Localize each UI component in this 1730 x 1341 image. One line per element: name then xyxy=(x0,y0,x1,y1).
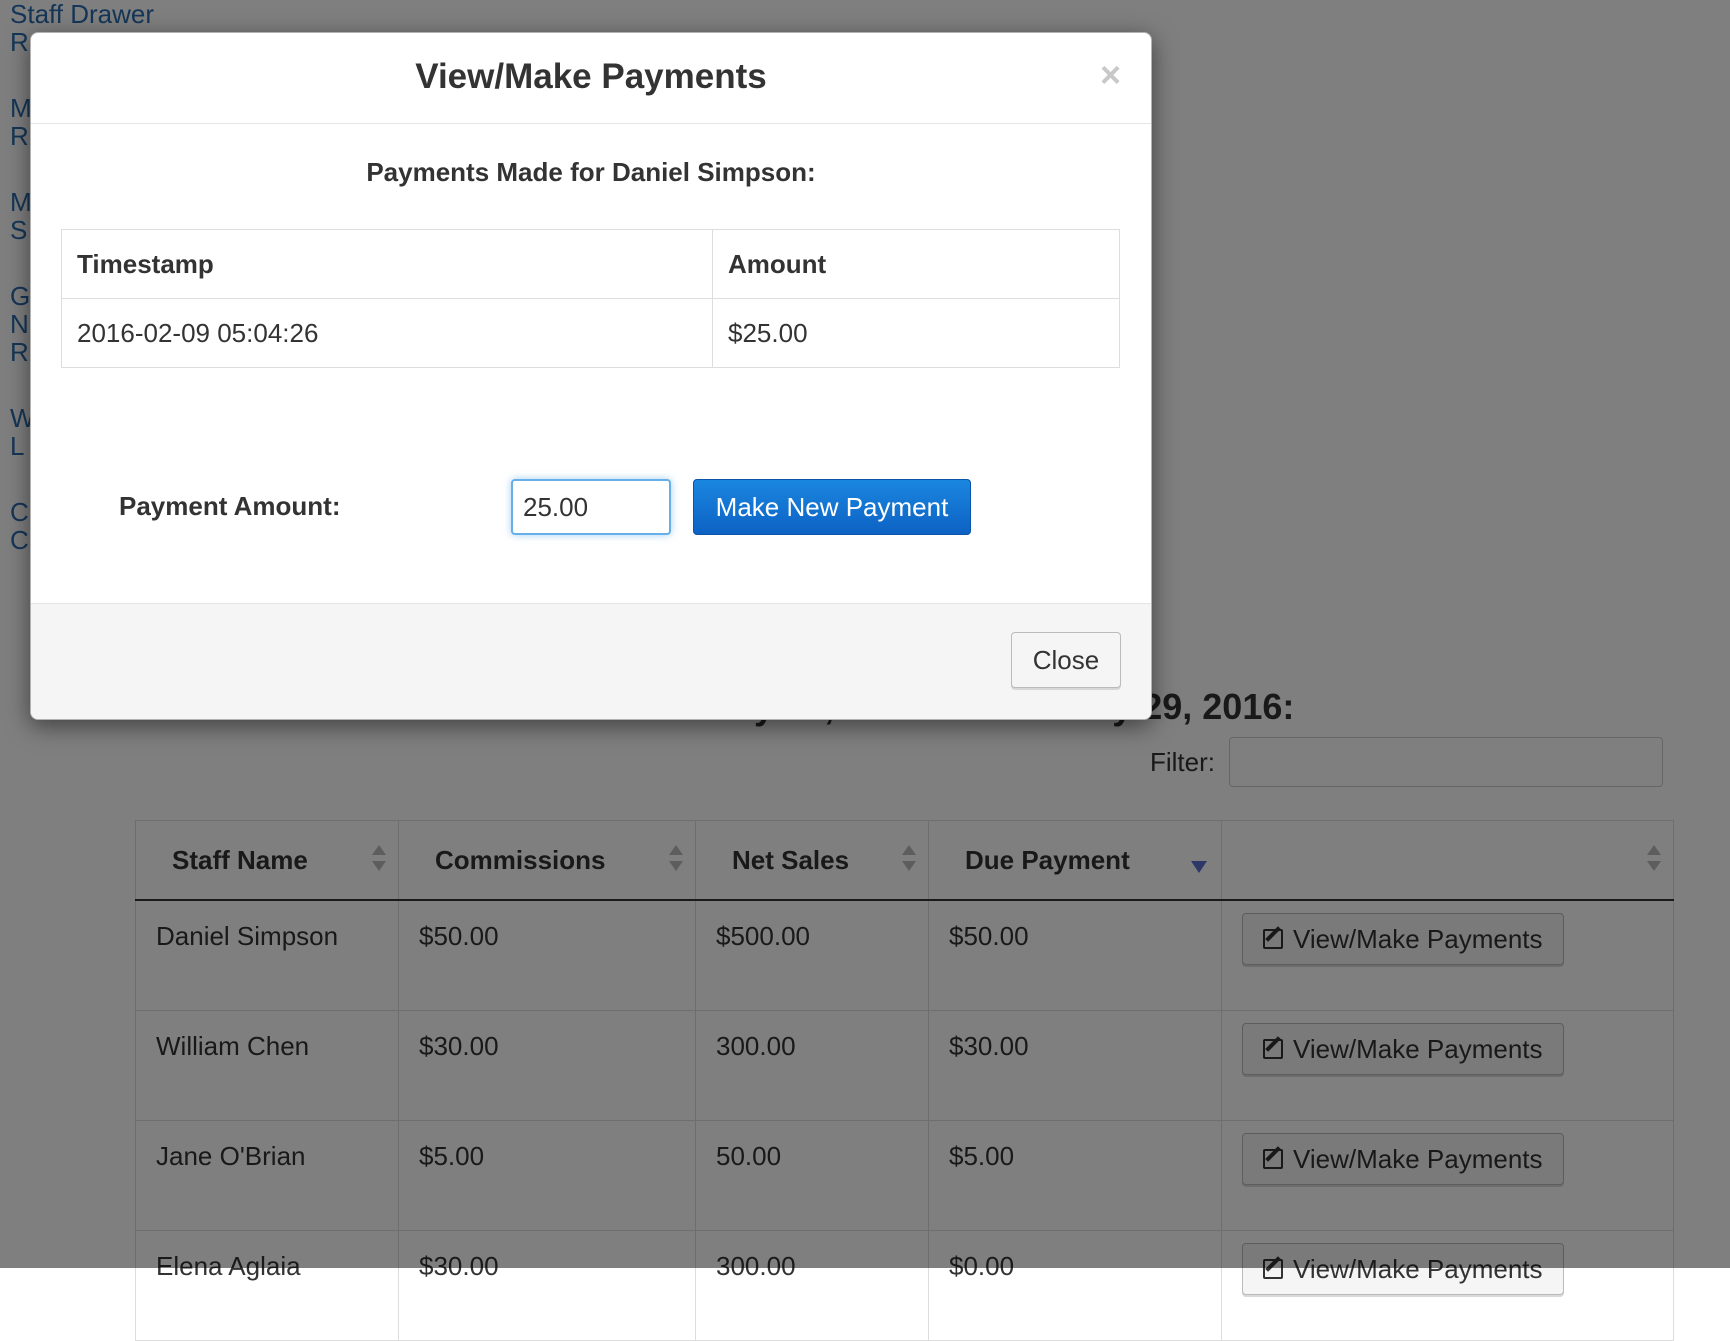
make-new-payment-button[interactable]: Make New Payment xyxy=(693,479,971,535)
table-header-row: Timestamp Amount xyxy=(61,229,1120,299)
col-amount: Amount xyxy=(712,229,1120,299)
payment-amount-label: Payment Amount: xyxy=(119,491,341,521)
payment-amount-input[interactable] xyxy=(511,479,671,535)
cell-amount: $25.00 xyxy=(712,298,1120,368)
modal-footer: Close xyxy=(31,603,1151,719)
payments-modal: View/Make Payments × Payments Made for D… xyxy=(30,32,1152,720)
close-button[interactable]: Close xyxy=(1011,632,1121,688)
modal-header: View/Make Payments × xyxy=(31,33,1151,124)
payments-subtitle: Payments Made for Daniel Simpson: xyxy=(366,157,816,187)
modal-title: View/Make Payments xyxy=(415,57,767,96)
col-timestamp: Timestamp xyxy=(61,229,713,299)
payments-table: Timestamp Amount 2016-02-09 05:04:26 $25… xyxy=(61,229,1120,368)
table-row: 2016-02-09 05:04:26 $25.00 xyxy=(61,298,1120,368)
cell-timestamp: 2016-02-09 05:04:26 xyxy=(61,298,713,368)
close-icon[interactable]: × xyxy=(1100,57,1121,93)
